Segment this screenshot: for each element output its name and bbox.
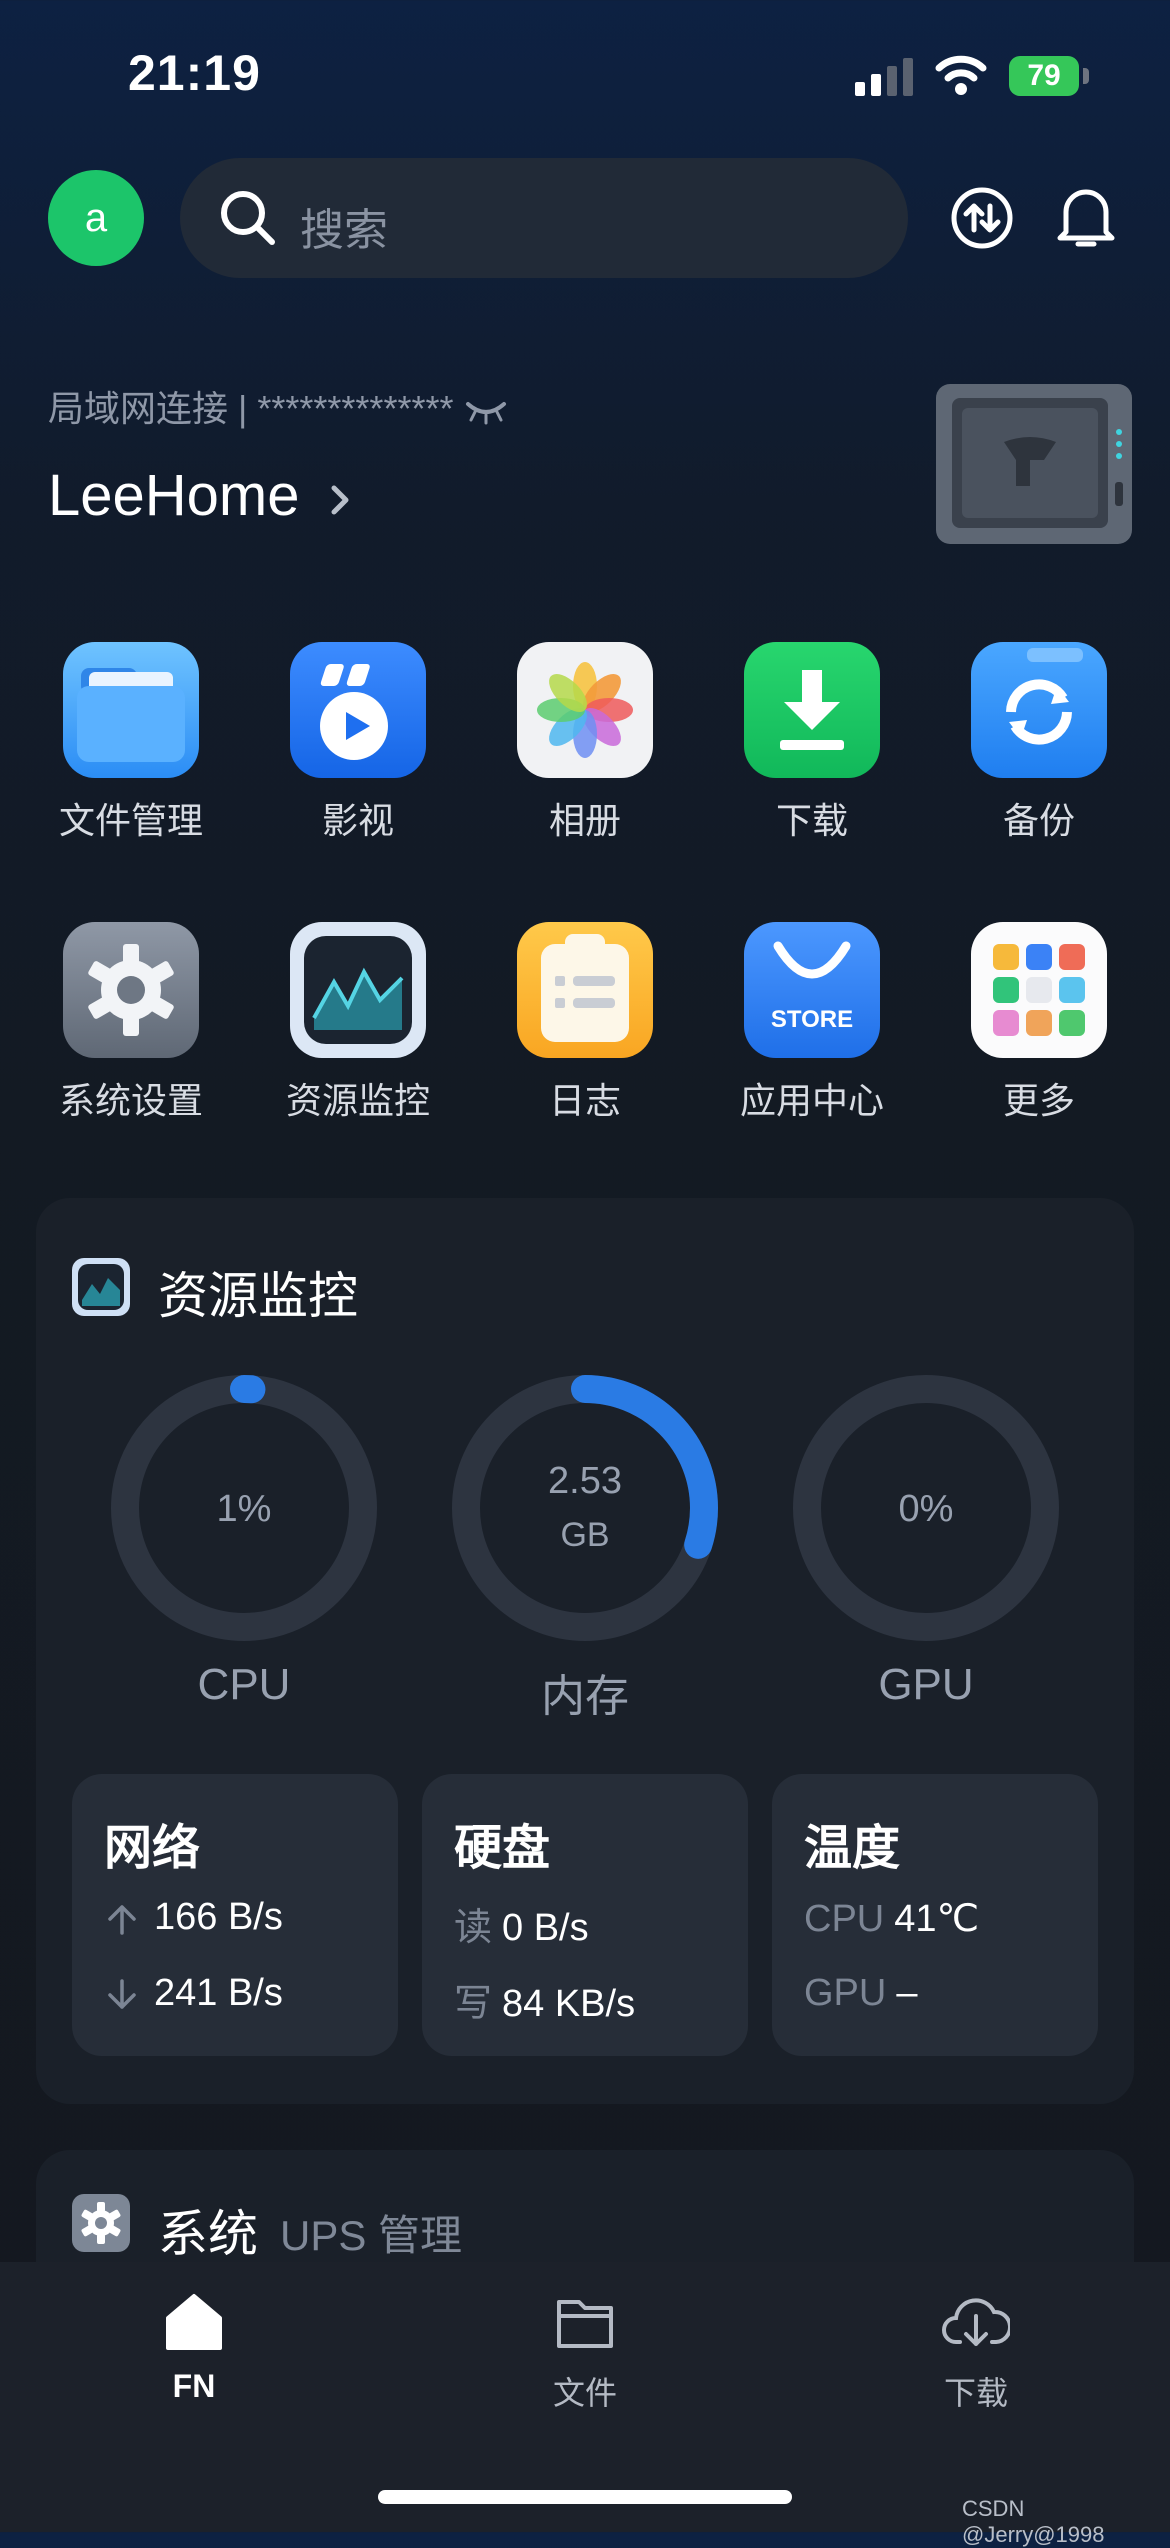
log-icon — [517, 922, 653, 1058]
app-photos[interactable]: 相册 — [485, 642, 685, 844]
resource-monitor-card[interactable]: 资源监控 1% CPU 2.53 GB 内存 0% GPU 网络 166 B/s… — [36, 1198, 1134, 2104]
app-file-manager[interactable]: 文件管理 — [31, 642, 231, 844]
watermark: CSDN @Jerry@1998 — [962, 2496, 1105, 2547]
tab-downloads[interactable]: 下载 — [876, 2290, 1076, 2414]
search-placeholder: 搜索 — [300, 206, 388, 255]
store-badge: STORE — [770, 1006, 854, 1033]
tab-fn[interactable]: FN — [94, 2290, 294, 2405]
arrow-up-icon — [108, 1905, 136, 1935]
search-bar[interactable]: 搜索 — [180, 158, 908, 278]
home-indicator[interactable] — [378, 2490, 792, 2504]
app-log[interactable]: 日志 — [485, 922, 685, 1124]
gear-icon — [63, 922, 199, 1058]
network-panel[interactable]: 网络 166 B/s 241 B/s — [72, 1774, 398, 2056]
app-download[interactable]: 下载 — [712, 642, 912, 844]
card-title: 资源监控 — [158, 1268, 358, 1324]
memory-label: 内存 — [541, 1672, 629, 1721]
download-icon — [744, 642, 880, 778]
memory-value: 2.53 — [548, 1460, 622, 1502]
battery-level: 79 — [1009, 56, 1079, 96]
network-title: 网络 — [104, 1822, 201, 1875]
wifi-icon — [935, 55, 987, 95]
chevron-right-icon — [331, 485, 349, 515]
avatar[interactable]: a — [48, 170, 144, 266]
nas-device-image — [936, 384, 1132, 544]
disk-title: 硬盘 — [454, 1822, 551, 1875]
tab-files[interactable]: 文件 — [485, 2290, 685, 2414]
monitor-icon — [290, 922, 426, 1058]
gear-icon — [72, 2194, 130, 2252]
connection-status: 局域网连接 | ************** — [48, 380, 508, 432]
temperature-panel[interactable]: 温度 CPU 41℃ GPU – — [772, 1774, 1098, 2056]
cellular-signal-icon — [855, 58, 913, 96]
network-upload: 166 B/s — [104, 1896, 283, 1939]
transfer-icon[interactable] — [950, 186, 1014, 250]
monitor-icon — [72, 1258, 130, 1316]
status-time: 21:19 — [128, 45, 261, 101]
search-icon — [221, 191, 275, 245]
device-name[interactable]: LeeHome — [48, 462, 356, 529]
store-icon: STORE — [744, 922, 880, 1058]
folder-icon — [63, 642, 199, 778]
temperature-title: 温度 — [804, 1822, 901, 1875]
backup-icon — [971, 642, 1107, 778]
app-video[interactable]: 影视 — [258, 642, 458, 844]
ups-management-link[interactable]: UPS 管理 — [280, 2202, 462, 2263]
temperature-gpu: GPU – — [804, 1972, 918, 2014]
folder-icon — [557, 2300, 613, 2348]
app-store[interactable]: STORE 应用中心 — [712, 922, 912, 1124]
photos-icon — [517, 642, 653, 778]
cpu-label: CPU — [197, 1660, 291, 1709]
arrow-down-icon — [108, 1979, 136, 2009]
app-resource-monitor[interactable]: 资源监控 — [258, 922, 458, 1124]
cloud-download-icon — [942, 2298, 1010, 2346]
home-icon — [166, 2294, 222, 2350]
disk-read: 读0 B/s — [454, 1907, 589, 1949]
cpu-value: 1% — [216, 1488, 272, 1530]
gpu-value: 0% — [898, 1488, 954, 1530]
disk-panel[interactable]: 硬盘 读0 B/s 写 84 KB/s — [422, 1774, 748, 2056]
hidden-eye-icon[interactable] — [464, 396, 508, 426]
app-backup[interactable]: 备份 — [939, 642, 1139, 844]
gpu-label: GPU — [878, 1660, 974, 1709]
memory-unit: GB — [560, 1516, 610, 1554]
network-download: 241 B/s — [104, 1972, 283, 2015]
app-more[interactable]: 更多 — [939, 922, 1139, 1124]
video-icon — [290, 642, 426, 778]
disk-write: 写 84 KB/s — [454, 1983, 636, 2025]
bell-icon[interactable] — [1056, 182, 1116, 252]
more-icon — [971, 922, 1107, 1058]
app-system-settings[interactable]: 系统设置 — [31, 922, 231, 1124]
temperature-cpu: CPU 41℃ — [804, 1898, 980, 1940]
memory-gauge — [452, 1375, 718, 1641]
battery-tip — [1083, 68, 1089, 84]
system-title: 系统 — [158, 2206, 258, 2262]
